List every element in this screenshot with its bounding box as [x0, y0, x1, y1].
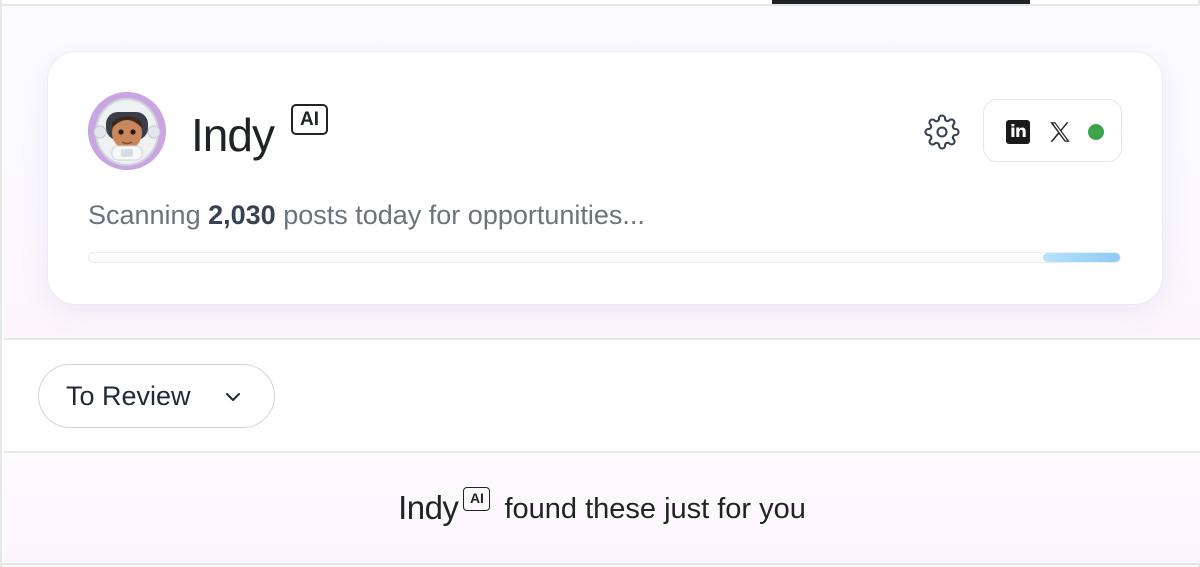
scan-count: 2,030: [208, 200, 276, 230]
scan-suffix: posts today for opportunities...: [283, 200, 645, 230]
scan-status-text: Scanning 2,030 posts today for opportuni…: [88, 200, 645, 231]
results-header: Indy AI found these just for you: [4, 453, 1200, 563]
footer-text: found these just for you: [504, 493, 806, 525]
linkedin-icon: in: [1006, 120, 1030, 144]
astronaut-avatar: [88, 92, 166, 170]
active-tab-indicator: [772, 0, 1030, 4]
chevron-down-icon: [225, 390, 241, 404]
scan-progress-bar: [88, 252, 1121, 263]
agent-status-card: Indy AI in Scanning 2,030 posts today fo…: [48, 52, 1162, 304]
bottom-divider: [2, 563, 1200, 565]
footer-brand-name: Indy: [398, 489, 459, 526]
ai-badge: AI: [291, 104, 328, 135]
online-status-indicator: [1088, 124, 1104, 140]
brand-name: Indy: [191, 109, 275, 161]
gear-icon[interactable]: [924, 114, 960, 150]
hero-section: Indy AI in Scanning 2,030 posts today fo…: [4, 6, 1200, 338]
status-filter-dropdown[interactable]: To Review: [38, 364, 275, 428]
results-heading: Indy AI found these just for you: [4, 487, 1200, 539]
scan-prefix: Scanning: [88, 200, 201, 230]
dropdown-selected-value: To Review: [66, 381, 191, 411]
footer-ai-badge: AI: [463, 487, 491, 511]
connected-accounts[interactable]: in: [983, 99, 1122, 162]
scan-progress-fill: [1042, 253, 1120, 262]
app-frame: Indy AI in Scanning 2,030 posts today fo…: [0, 0, 1200, 567]
filter-row: To Review: [4, 340, 1200, 451]
x-icon: [1047, 119, 1073, 145]
